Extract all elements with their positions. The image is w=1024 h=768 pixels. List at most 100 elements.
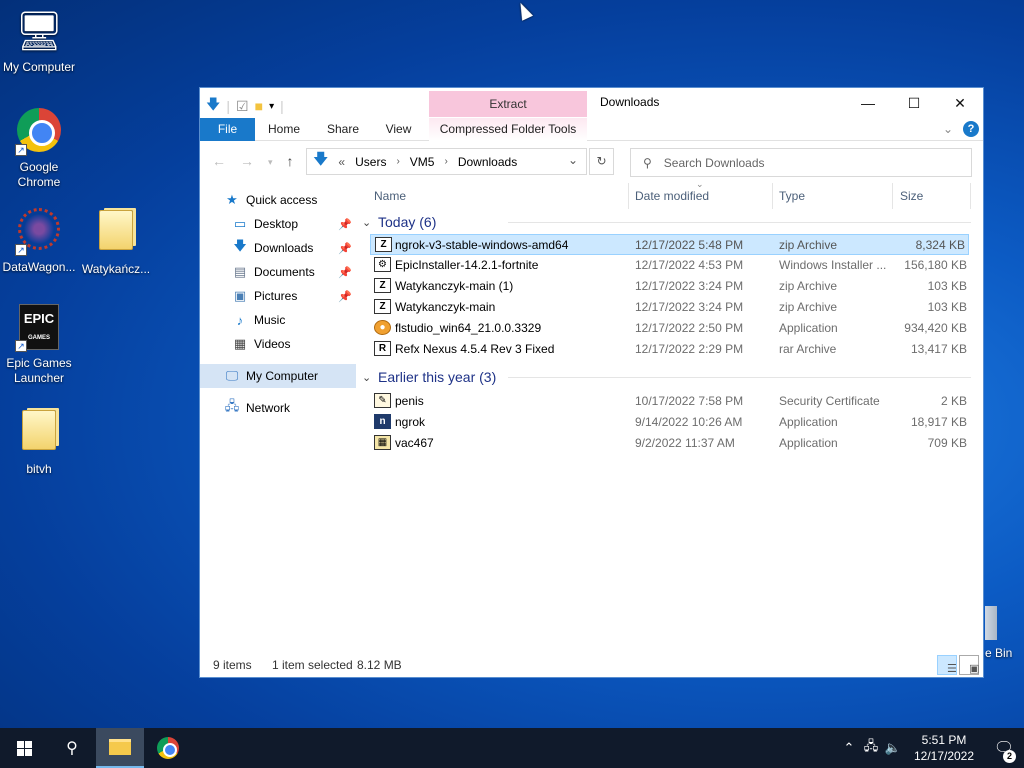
group-header-earlier-this-year[interactable]: ⌄ Earlier this year (3): [358, 366, 983, 389]
table-row[interactable]: ▦ vac467 9/2/2022 11:37 AM Application 7…: [358, 433, 983, 454]
refresh-icon: ↻: [596, 154, 607, 168]
star-icon: ★: [226, 192, 238, 207]
pictures-icon: ▣: [233, 288, 247, 303]
help-icon[interactable]: ?: [963, 121, 979, 137]
table-row[interactable]: ⚙ EpicInstaller-14.2.1-fortnite 12/17/20…: [358, 255, 983, 276]
tab-compressed-folder-tools[interactable]: Compressed Folder Tools: [429, 118, 587, 141]
column-header-name[interactable]: Name: [374, 189, 406, 203]
pin-icon[interactable]: 📌: [338, 266, 352, 279]
column-header-type[interactable]: Type: [779, 189, 805, 203]
explorer-window: 🡇 | ☑ ■ ▾ | Extract Downloads — ☐ ✕ File…: [199, 87, 984, 745]
recent-dropdown-icon[interactable]: ▾: [268, 153, 273, 171]
table-row[interactable]: Z Watykanczyk-main (1) 12/17/2022 3:24 P…: [358, 276, 983, 297]
minimize-button[interactable]: —: [845, 88, 891, 118]
new-folder-icon[interactable]: ■: [255, 98, 263, 114]
table-row[interactable]: Z Watykanczyk-main 12/17/2022 3:24 PM zi…: [358, 297, 983, 318]
search-input[interactable]: ⚲ Search Downloads: [630, 148, 972, 177]
file-type: Application: [779, 321, 838, 335]
table-row[interactable]: n ngrok 9/14/2022 10:26 AM Application 1…: [358, 412, 983, 433]
file-type: zip Archive: [779, 238, 838, 252]
search-button[interactable]: ⚲: [48, 728, 96, 768]
qat-dropdown-icon[interactable]: ▾: [269, 101, 274, 112]
status-bar: 9 items 1 item selected 8.12 MB ☰ ▣: [200, 653, 983, 677]
pin-icon[interactable]: 📌: [338, 242, 352, 255]
file-type: Application: [779, 415, 838, 429]
desktop-icon-epic-games-launcher[interactable]: EPIC GAMES ↗ Epic Games Launcher: [0, 304, 78, 386]
table-row[interactable]: R Refx Nexus 4.5.4 Rev 3 Fixed 12/17/202…: [358, 339, 983, 360]
pin-icon[interactable]: 📌: [338, 218, 352, 231]
file-name: Refx Nexus 4.5.4 Rev 3 Fixed: [395, 342, 555, 356]
volume-icon[interactable]: 🔈: [882, 740, 904, 756]
table-row[interactable]: ✎ penis 10/17/2022 7:58 PM Security Cert…: [358, 391, 983, 412]
breadcrumb-downloads[interactable]: Downloads: [458, 155, 517, 169]
sidebar-item-network[interactable]: 🖧 Network: [200, 396, 356, 420]
sidebar-item-label: Network: [246, 401, 291, 415]
breadcrumb-users[interactable]: Users: [355, 155, 386, 169]
close-button[interactable]: ✕: [937, 88, 983, 118]
table-row[interactable]: Z ngrok-v3-stable-windows-amd64 12/17/20…: [370, 234, 969, 255]
expand-ribbon-icon[interactable]: ⌄: [943, 122, 953, 136]
group-header-today[interactable]: ⌄ Today (6): [358, 211, 983, 234]
file-size: 934,420 KB: [904, 321, 967, 335]
back-arrow-icon[interactable]: ←: [212, 153, 226, 171]
file-size: 709 KB: [927, 436, 967, 450]
desktop-icon-recycle-bin[interactable]: e Bin: [985, 606, 1024, 660]
file-date: 10/17/2022 7:58 PM: [635, 394, 744, 408]
taskbar-file-explorer[interactable]: [96, 728, 144, 768]
sidebar-item-documents[interactable]: ▤ Documents 📌: [200, 260, 356, 284]
pin-icon[interactable]: 📌: [338, 290, 352, 303]
sidebar-item-music[interactable]: ♪ Music: [200, 308, 356, 332]
tab-file[interactable]: File: [200, 118, 255, 141]
desktop-icon-google-chrome[interactable]: ↗ Google Chrome: [0, 106, 78, 190]
breadcrumb-overflow[interactable]: «: [338, 155, 345, 169]
desktop-icon-watykanczyk[interactable]: Watykańcz...: [77, 206, 155, 277]
refresh-button[interactable]: ↻: [589, 148, 614, 175]
windows-logo-icon: [16, 740, 32, 756]
desktop-icon-label: Epic Games Launcher: [6, 356, 72, 385]
address-bar[interactable]: 🡇 « Users › VM5 › Downloads ⌄: [306, 148, 587, 175]
sidebar-item-quick-access[interactable]: ★ Quick access: [200, 188, 356, 212]
desktop-icon-bitvh[interactable]: bitvh: [0, 406, 78, 477]
title-bar: 🡇 | ☑ ■ ▾ | Extract Downloads — ☐ ✕: [200, 88, 983, 118]
clock-date: 12/17/2022: [913, 749, 975, 763]
forward-arrow-icon[interactable]: →: [240, 153, 254, 171]
up-arrow-icon[interactable]: ↑: [287, 153, 294, 171]
file-name: Watykanczyk-main: [395, 300, 496, 314]
column-header-size[interactable]: Size: [900, 189, 923, 203]
properties-icon[interactable]: ☑: [236, 98, 249, 115]
navigation-bar: ← → ▾ ↑ 🡇 « Users › VM5 › Downloads ⌄ ↻ …: [200, 141, 983, 181]
ngrok-icon: n: [374, 414, 391, 429]
videos-icon: ▦: [233, 336, 247, 351]
details-view-button[interactable]: ☰: [937, 655, 957, 675]
desktop-icon-datawagon[interactable]: ↗ DataWagon...: [0, 206, 78, 275]
address-dropdown-icon[interactable]: ⌄: [568, 153, 578, 167]
contextual-tab-extract[interactable]: Extract: [429, 91, 587, 117]
sidebar-item-downloads[interactable]: 🡇 Downloads 📌: [200, 236, 356, 260]
sidebar-item-videos[interactable]: ▦ Videos: [200, 332, 356, 356]
large-icons-view-button[interactable]: ▣: [959, 655, 979, 675]
ribbon-tabs: File Home Share View Compressed Folder T…: [200, 118, 983, 141]
column-header-date[interactable]: Date modified: [635, 189, 709, 203]
tab-share[interactable]: Share: [318, 118, 368, 141]
sidebar-item-desktop[interactable]: ▭ Desktop 📌: [200, 212, 356, 236]
sidebar-item-my-computer[interactable]: 🖵 My Computer: [200, 364, 356, 388]
search-icon: ⚲: [643, 155, 652, 170]
taskbar-chrome[interactable]: [144, 728, 192, 768]
table-row[interactable]: ● flstudio_win64_21.0.0.3329 12/17/2022 …: [358, 318, 983, 339]
action-center-button[interactable]: 🗨 2: [984, 738, 1024, 763]
tab-view[interactable]: View: [376, 118, 421, 141]
show-hidden-icons-icon[interactable]: ⌃: [838, 740, 860, 756]
group-label: Earlier this year (3): [378, 369, 497, 385]
start-button[interactable]: [0, 728, 48, 768]
column-headers: Name ⌄ Date modified Type Size: [358, 179, 983, 211]
file-size: 18,917 KB: [910, 415, 967, 429]
sidebar-item-pictures[interactable]: ▣ Pictures 📌: [200, 284, 356, 308]
clock[interactable]: 5:51 PM 12/17/2022: [904, 732, 984, 764]
download-arrow-icon[interactable]: 🡇: [206, 94, 220, 118]
desktop-icon-my-computer[interactable]: 🖥 My Computer: [0, 8, 78, 75]
breadcrumb-vm5[interactable]: VM5: [410, 155, 435, 169]
tab-home[interactable]: Home: [258, 118, 310, 141]
network-icon[interactable]: 🖧: [860, 737, 882, 759]
maximize-button[interactable]: ☐: [891, 88, 937, 118]
desktop-icon-label: bitvh: [26, 462, 52, 476]
